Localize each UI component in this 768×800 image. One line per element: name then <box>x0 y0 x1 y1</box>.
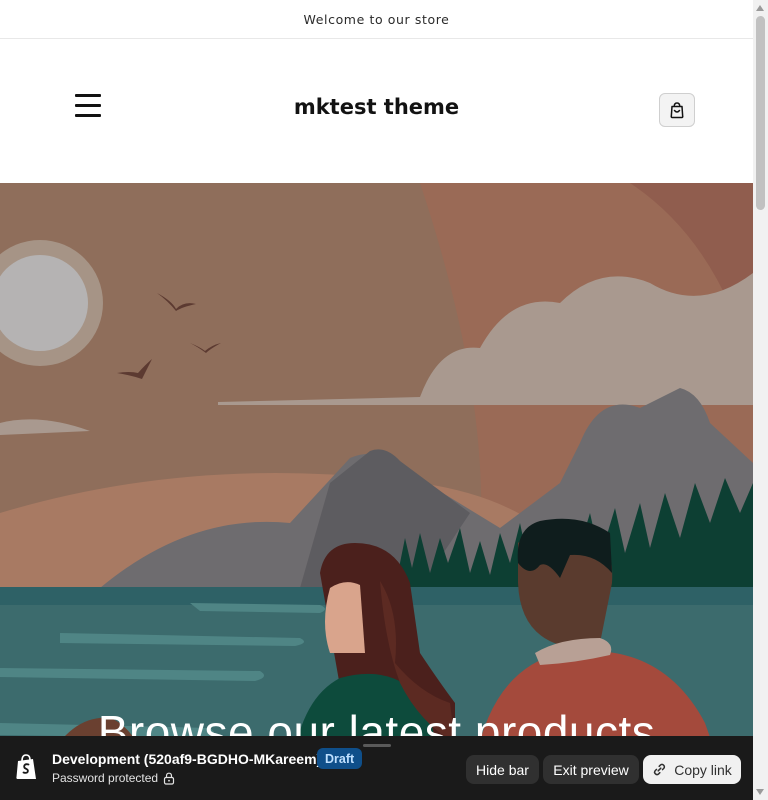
scrollbar-thumb[interactable] <box>756 16 765 210</box>
shopping-bag-icon <box>670 102 684 119</box>
lock-icon <box>163 772 175 785</box>
hide-bar-button[interactable]: Hide bar <box>466 755 539 784</box>
shopify-bag-icon <box>16 754 36 779</box>
password-status: Password protected <box>52 771 175 785</box>
copy-link-button[interactable]: Copy link <box>643 755 741 784</box>
announcement-text: Welcome to our store <box>303 11 450 27</box>
page-scrollbar[interactable] <box>753 0 768 800</box>
cart-button[interactable] <box>659 93 695 127</box>
copy-link-label: Copy link <box>674 761 732 778</box>
draft-status-badge: Draft <box>317 748 363 769</box>
theme-name: Development (520af9-BGDHO-MKareem) <box>52 751 322 767</box>
password-status-label: Password protected <box>52 771 159 785</box>
scroll-up-arrow-icon[interactable] <box>756 5 764 11</box>
store-name[interactable]: mktest theme <box>0 95 753 119</box>
exit-preview-button[interactable]: Exit preview <box>543 755 639 784</box>
hero-banner[interactable]: Browse our latest products <box>0 183 753 800</box>
preview-bar-handle[interactable] <box>363 744 391 747</box>
scroll-down-arrow-icon[interactable] <box>756 789 764 795</box>
site-header: mktest theme <box>0 39 753 183</box>
link-icon <box>654 763 666 776</box>
announcement-bar: Welcome to our store <box>0 0 753 39</box>
theme-preview-bar: Development (520af9-BGDHO-MKareem) Draft… <box>0 736 753 800</box>
